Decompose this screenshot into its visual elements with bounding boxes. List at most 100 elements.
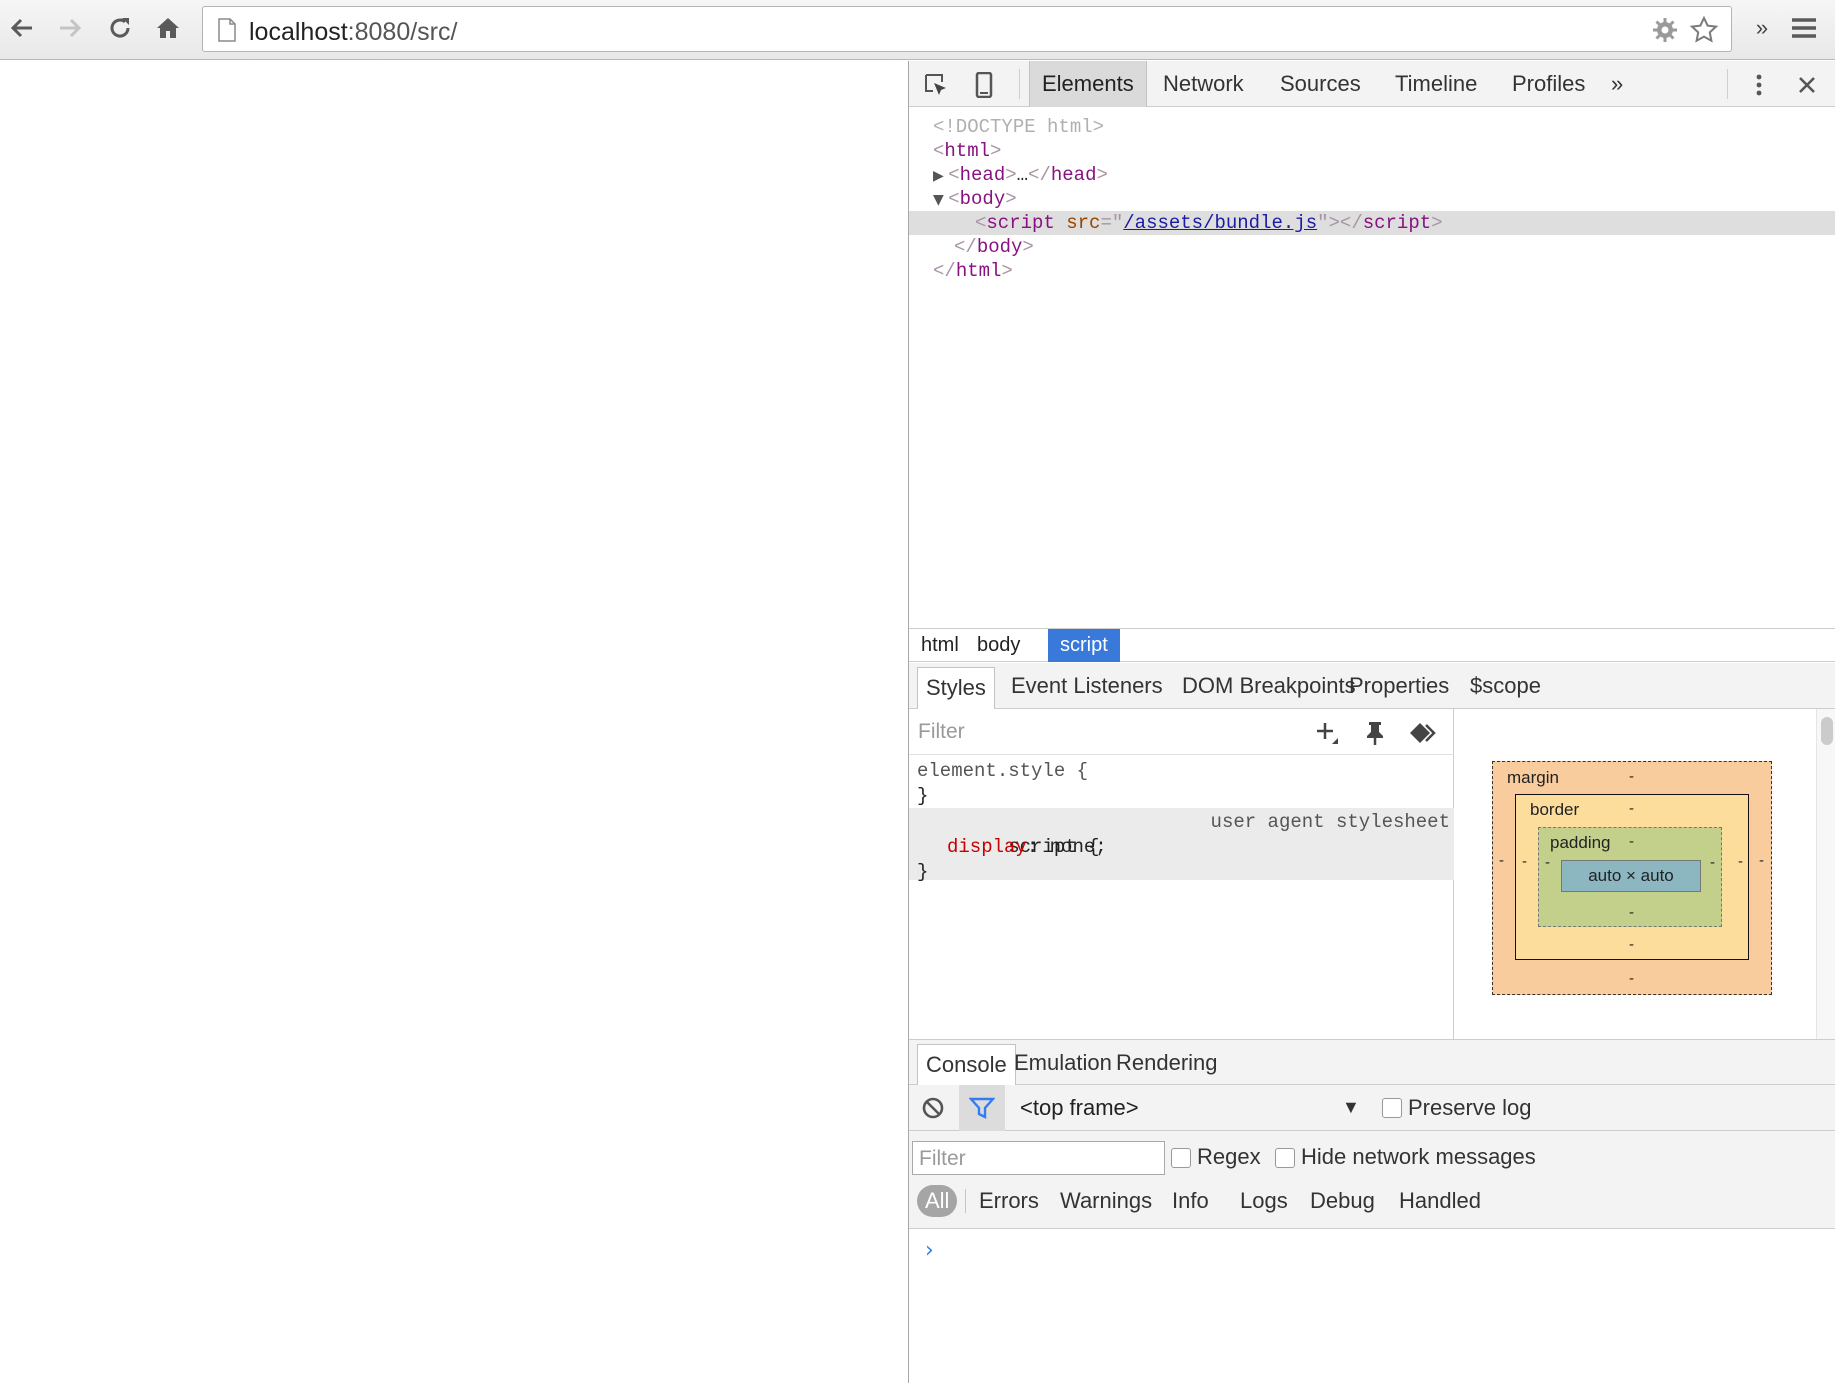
frame-selector[interactable]: <top frame> (1020, 1095, 1139, 1121)
preserve-log-label[interactable]: Preserve log (1408, 1095, 1532, 1121)
level-handled[interactable]: Handled (1393, 1185, 1487, 1217)
dom-node-body[interactable]: ▼ <body> (909, 187, 1835, 211)
forward-button[interactable] (50, 8, 90, 48)
console-toolbar: <top frame> ▼ Preserve log (909, 1085, 1835, 1131)
css-declaration[interactable]: display: none; (909, 835, 1454, 860)
tab-elements[interactable]: Elements (1029, 61, 1147, 107)
address-bar[interactable]: localhost:8080/src/ (202, 6, 1732, 52)
tab-sources[interactable]: Sources (1268, 61, 1373, 107)
console-output[interactable]: › (909, 1230, 1835, 1383)
tab-profiles[interactable]: Profiles (1500, 61, 1597, 107)
inspect-cursor-icon (925, 74, 946, 95)
box-model-padding[interactable]: padding - - - - auto × auto (1538, 827, 1722, 927)
frame-dropdown-arrow-icon[interactable]: ▼ (1342, 1097, 1360, 1118)
sidebar-scrollbar[interactable] (1816, 709, 1835, 1039)
devtools-menu-button[interactable] (1744, 70, 1774, 100)
breadcrumb-body[interactable]: body (965, 629, 1032, 662)
tab-event-listeners[interactable]: Event Listeners (1003, 663, 1171, 709)
border-left-value[interactable]: - (1522, 853, 1527, 870)
bookmark-star-icon[interactable] (1689, 15, 1719, 45)
dom-node-html-close[interactable]: </html> (909, 259, 1835, 283)
tab-rendering[interactable]: Rendering (1108, 1040, 1226, 1086)
device-mode-button[interactable] (969, 70, 999, 100)
script-src-link[interactable]: /assets/bundle.js (1123, 212, 1317, 234)
close-devtools-button[interactable] (1792, 70, 1822, 100)
reload-button[interactable] (100, 8, 140, 48)
dom-node-head[interactable]: ▶ <head>…</head> (909, 163, 1835, 187)
chrome-menu-button[interactable] (1784, 8, 1824, 48)
box-model-content[interactable]: auto × auto (1561, 860, 1701, 892)
level-errors[interactable]: Errors (973, 1185, 1045, 1217)
regex-label[interactable]: Regex (1197, 1144, 1261, 1170)
padding-bottom-value[interactable]: - (1629, 904, 1634, 921)
extension-gear-icon[interactable] (1651, 16, 1679, 44)
breadcrumb-html[interactable]: html (909, 629, 971, 662)
margin-top-value[interactable]: - (1629, 768, 1634, 785)
hamburger-menu-icon (1792, 18, 1816, 38)
color-format-button[interactable] (1408, 719, 1436, 747)
dom-node-html[interactable]: <html> (909, 139, 1835, 163)
clear-circle-icon (922, 1097, 944, 1119)
styles-pane: Filter element.style { } script { user a… (909, 709, 1454, 1039)
border-label: border (1530, 800, 1580, 819)
margin-left-value[interactable]: - (1499, 852, 1504, 869)
ua-script-rule[interactable]: script { user agent stylesheet display: … (909, 808, 1454, 883)
preserve-log-checkbox[interactable] (1382, 1098, 1402, 1118)
hide-network-checkbox[interactable] (1275, 1148, 1295, 1168)
new-style-rule-button[interactable] (1313, 719, 1341, 747)
more-tabs-button[interactable]: » (1599, 61, 1635, 107)
tab-network[interactable]: Network (1151, 61, 1256, 107)
rule-close-brace: } (917, 861, 929, 883)
margin-right-value[interactable]: - (1759, 852, 1764, 869)
dom-node-doctype[interactable]: <!DOCTYPE html> (909, 115, 1835, 139)
styles-filter-input[interactable]: Filter (918, 720, 965, 744)
console-filter-input[interactable]: Filter (912, 1141, 1165, 1175)
dom-node-body-close[interactable]: </body> (909, 235, 1835, 259)
dom-node-script[interactable]: <script src="/assets/bundle.js"></script… (909, 211, 1835, 235)
collapse-triangle-icon[interactable]: ▼ (933, 192, 948, 208)
scroll-thumb[interactable] (1821, 717, 1833, 745)
border-right-value[interactable]: - (1738, 853, 1743, 870)
level-info[interactable]: Info (1166, 1185, 1215, 1217)
border-bottom-value[interactable]: - (1629, 936, 1634, 953)
console-prompt-icon[interactable]: › (925, 1238, 934, 1263)
box-model-border[interactable]: border - - - - padding - - - - auto × au… (1515, 794, 1749, 960)
hide-network-label[interactable]: Hide network messages (1301, 1144, 1536, 1170)
level-debug[interactable]: Debug (1304, 1185, 1381, 1217)
page-viewport[interactable] (0, 61, 908, 1383)
sidebar-tabbar: Styles Event Listeners DOM Breakpoints P… (909, 663, 1835, 709)
breadcrumb-script[interactable]: script (1048, 629, 1120, 662)
level-all[interactable]: All (917, 1185, 958, 1217)
tab-properties[interactable]: Properties (1341, 663, 1457, 709)
toggle-element-state-button[interactable] (1361, 719, 1389, 747)
margin-label: margin (1507, 768, 1559, 787)
border-top-value[interactable]: - (1629, 800, 1634, 817)
home-button[interactable] (148, 8, 188, 48)
rule-selector: element.style { (917, 760, 1089, 782)
toolbar-divider (1019, 69, 1020, 99)
expand-triangle-icon[interactable]: ▶ (933, 168, 948, 184)
regex-checkbox[interactable] (1171, 1148, 1191, 1168)
inspect-element-button[interactable] (921, 70, 951, 100)
clear-console-button[interactable] (917, 1093, 949, 1123)
margin-bottom-value[interactable]: - (1629, 970, 1634, 987)
back-button[interactable] (2, 8, 42, 48)
level-warnings[interactable]: Warnings (1054, 1185, 1158, 1217)
tab-console[interactable]: Console (917, 1044, 1016, 1086)
doctype-text: <!DOCTYPE html> (933, 116, 1105, 138)
plus-icon (1317, 723, 1338, 744)
padding-left-value[interactable]: - (1545, 854, 1550, 871)
console-filter-toggle[interactable] (959, 1085, 1005, 1131)
tab-dom-breakpoints[interactable]: DOM Breakpoints (1174, 663, 1364, 709)
level-logs[interactable]: Logs (1234, 1185, 1294, 1217)
element-style-rule[interactable]: element.style { } (909, 759, 1454, 809)
tab-timeline[interactable]: Timeline (1383, 61, 1489, 107)
dom-tree[interactable]: <!DOCTYPE html> <html> ▶ <head>…</head> … (909, 108, 1835, 628)
box-model-margin[interactable]: margin - - - - border - - - - padding - … (1492, 761, 1772, 995)
padding-top-value[interactable]: - (1629, 833, 1634, 850)
extensions-overflow-button[interactable]: » (1742, 8, 1782, 48)
tab-scope[interactable]: $scope (1462, 663, 1549, 709)
padding-right-value[interactable]: - (1710, 854, 1715, 871)
tab-emulation[interactable]: Emulation (1006, 1040, 1120, 1086)
tab-styles[interactable]: Styles (917, 667, 995, 709)
